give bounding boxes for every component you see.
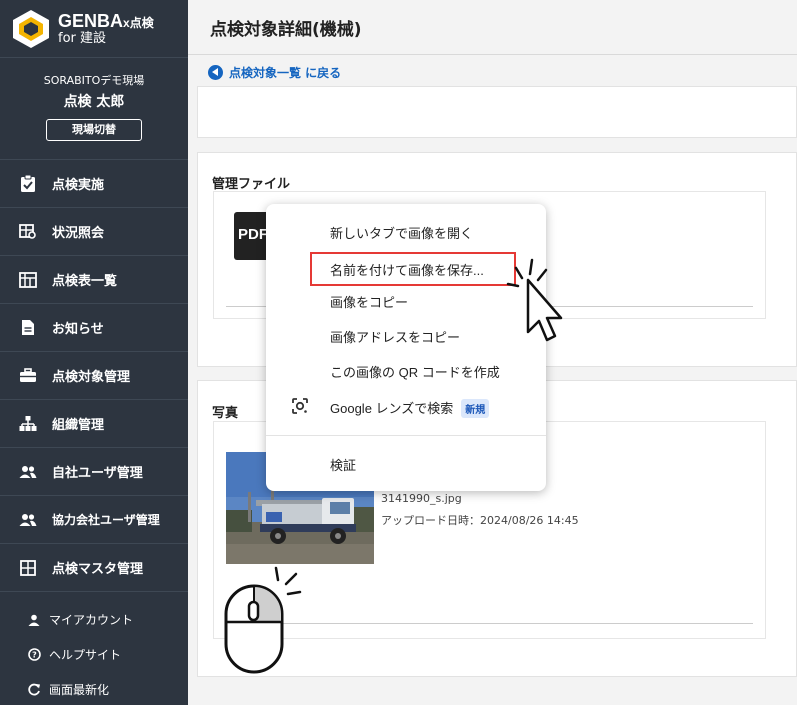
detail-card xyxy=(197,86,797,138)
new-badge: 新規 xyxy=(461,399,490,418)
app-window: GENBAx点検 for 建設 SORABITOデモ現場 点検 太郎 現場切替 … xyxy=(0,0,797,705)
clipboard-check-icon xyxy=(19,175,37,193)
menu-copy-image-address[interactable]: 画像アドレスをコピー xyxy=(330,327,460,346)
nav-my-account[interactable]: マイアカウント xyxy=(0,602,188,637)
nav-organization[interactable]: 組織管理 xyxy=(0,400,188,448)
photos-divider xyxy=(226,623,753,624)
page-title: 点検対象詳細(機械) xyxy=(210,19,362,40)
document-icon xyxy=(19,319,37,337)
user-name: 点検 太郎 xyxy=(63,94,125,110)
nav-label: 状況照会 xyxy=(52,226,105,241)
nav-notices[interactable]: お知らせ xyxy=(0,304,188,352)
nav-label: 画面最新化 xyxy=(49,683,110,697)
menu-separator xyxy=(266,435,546,436)
brand-main: GENBA xyxy=(58,11,124,31)
logo-mark-icon xyxy=(10,8,52,50)
back-link-label: 点検対象一覧 に戻る xyxy=(229,66,342,80)
nav-own-users[interactable]: 自社ユーザ管理 xyxy=(0,448,188,496)
menu-create-qr-code[interactable]: この画像の QR コードを作成 xyxy=(330,362,500,381)
nav-label: 点検マスタ管理 xyxy=(52,562,144,577)
users-icon xyxy=(19,463,37,481)
nav-label: お知らせ xyxy=(52,322,104,337)
brand-x: x点検 xyxy=(123,16,154,30)
refresh-icon xyxy=(27,683,41,696)
grid-icon xyxy=(19,559,37,577)
photos-section-title: 写真 xyxy=(212,406,239,421)
nav-label: 点検対象管理 xyxy=(52,370,131,385)
page-header: 点検対象詳細(機械) xyxy=(188,0,797,55)
nav-label: 点検実施 xyxy=(52,178,105,193)
google-lens-icon xyxy=(291,397,309,419)
nav-target-management[interactable]: 点検対象管理 xyxy=(0,352,188,400)
photo-file-name: 3141990_s.jpg xyxy=(381,492,462,505)
nav-refresh[interactable]: 画面最新化 xyxy=(0,672,188,705)
menu-inspect[interactable]: 検証 xyxy=(330,455,356,474)
back-link[interactable]: 点検対象一覧 に戻る xyxy=(208,64,341,81)
save-image-highlight-box xyxy=(310,252,516,286)
nav-label: 組織管理 xyxy=(52,418,105,433)
pdf-label: PDF xyxy=(238,226,268,243)
person-icon xyxy=(27,614,41,626)
photo-upload-date: アップロード日時：2024/08/26 14:45 xyxy=(381,514,579,527)
menu-copy-image[interactable]: 画像をコピー xyxy=(330,292,408,311)
help-circle-icon: ? xyxy=(27,648,41,661)
brand-logo[interactable]: GENBAx点検 for 建設 xyxy=(0,0,188,58)
files-section-title: 管理ファイル xyxy=(212,177,291,192)
menu-google-lens[interactable]: Google レンズで検索 新規 xyxy=(330,398,490,418)
nav-help-site[interactable]: ? ヘルプサイト xyxy=(0,637,188,672)
menu-google-lens-label: Google レンズで検索 xyxy=(330,401,454,416)
nav-checklists[interactable]: 点検表一覧 xyxy=(0,256,188,304)
site-name: SORABITOデモ現場 xyxy=(43,74,145,87)
sidebar-footer: マイアカウント ? ヘルプサイト 画面最新化 xyxy=(0,592,188,705)
site-info: SORABITOデモ現場 点検 太郎 現場切替 xyxy=(0,58,188,160)
nav-label: ヘルプサイト xyxy=(49,648,122,662)
brand-sub: for 建設 xyxy=(58,31,107,46)
nav-label: 自社ユーザ管理 xyxy=(52,466,143,481)
nav-partner-users[interactable]: 協力会社ユーザ管理 xyxy=(0,496,188,544)
nav-label: 点検表一覧 xyxy=(52,274,118,289)
nav-inspection[interactable]: 点検実施 xyxy=(0,160,188,208)
table-search-icon xyxy=(19,223,37,241)
nav-label: マイアカウント xyxy=(49,613,134,627)
back-arrow-icon xyxy=(208,65,223,80)
context-menu: 新しいタブで画像を開く 名前を付けて画像を保存... 画像をコピー 画像アドレス… xyxy=(266,204,546,491)
table-list-icon xyxy=(19,271,37,289)
users-icon xyxy=(19,511,37,529)
nav-status[interactable]: 状況照会 xyxy=(0,208,188,256)
menu-open-image-new-tab[interactable]: 新しいタブで画像を開く xyxy=(330,223,473,242)
svg-text:?: ? xyxy=(32,651,37,660)
sidebar: GENBAx点検 for 建設 SORABITOデモ現場 点検 太郎 現場切替 … xyxy=(0,0,188,705)
site-switch-button[interactable]: 現場切替 xyxy=(46,119,142,141)
nav-label: 協力会社ユーザ管理 xyxy=(52,513,160,527)
org-chart-icon xyxy=(19,415,37,433)
toolbox-icon xyxy=(19,367,37,385)
nav-master-management[interactable]: 点検マスタ管理 xyxy=(0,544,188,592)
